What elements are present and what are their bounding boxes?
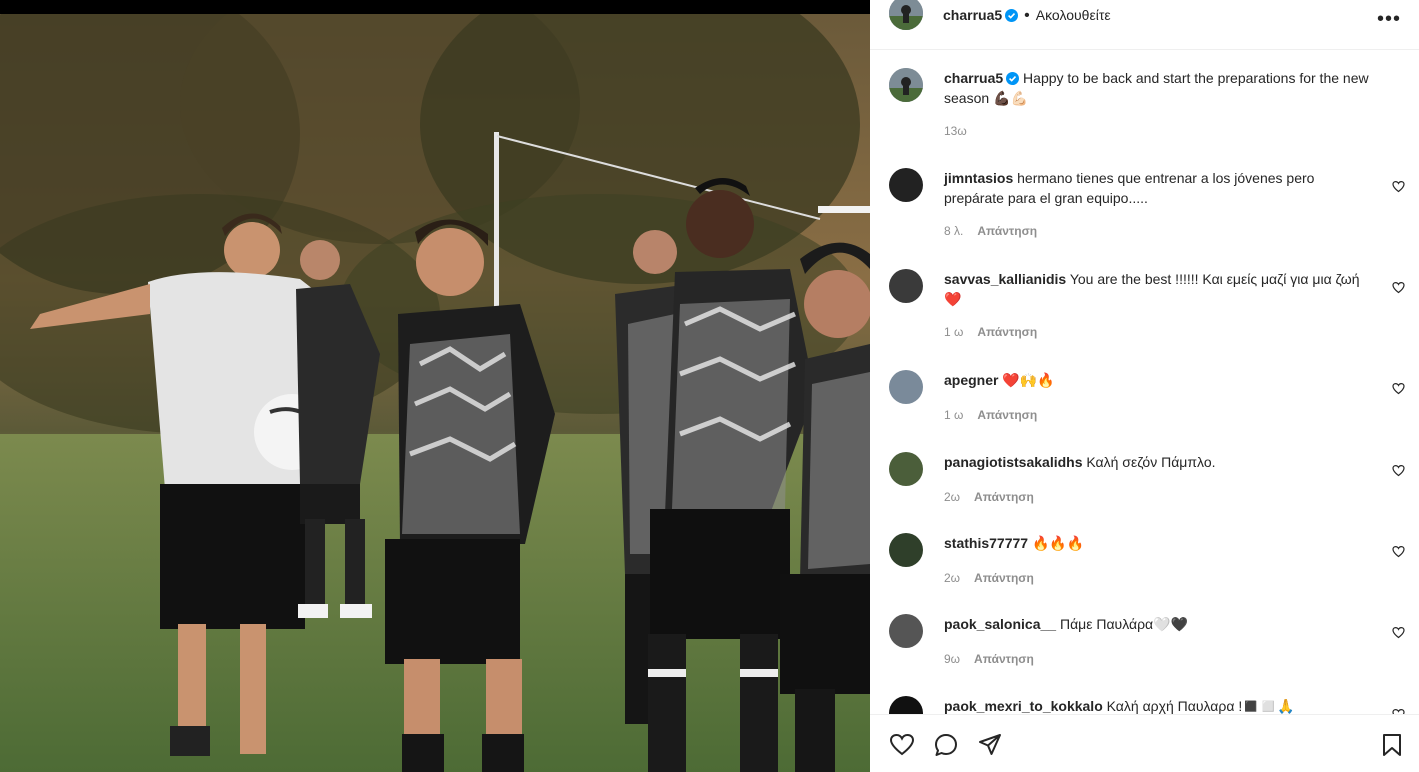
comment-like-heart-icon[interactable] [1392, 626, 1405, 639]
reply-button[interactable]: Απάντηση [974, 652, 1034, 666]
commenter-avatar[interactable] [889, 168, 923, 202]
share-icon[interactable] [977, 732, 1003, 758]
bookmark-icon[interactable] [1379, 732, 1405, 758]
comments-scroll[interactable]: charrua5 Happy to be back and start the … [870, 50, 1419, 714]
comment-like-heart-icon[interactable] [1392, 545, 1405, 558]
verified-badge-icon [1006, 72, 1020, 85]
comment-timestamp: 8 λ. [944, 224, 964, 238]
comment-timestamp: 1 ω [944, 325, 964, 339]
commenter-avatar[interactable] [889, 614, 923, 648]
commenter-username[interactable]: savvas_kallianidis [944, 271, 1066, 287]
reply-button[interactable]: Απάντηση [977, 224, 1037, 238]
post-photo [0, 14, 870, 772]
training-photo-image [0, 14, 870, 772]
reply-button[interactable]: Απάντηση [977, 325, 1037, 339]
commenter-username[interactable]: jimntasios [944, 170, 1013, 186]
comment-meta: 1 ω Απάντηση [944, 408, 1037, 422]
comment-text: Καλή σεζόν Πάμπλο. [1086, 454, 1216, 470]
commenter-avatar[interactable] [889, 533, 923, 567]
more-options-icon[interactable]: ••• [1377, 8, 1401, 31]
comment-like-heart-icon[interactable] [1392, 281, 1405, 294]
comment-meta: 2ω Απάντηση [944, 490, 1034, 504]
commenter-avatar[interactable] [889, 370, 923, 404]
comment-text: Πάμε Παυλάρα🤍🖤 [1059, 616, 1189, 632]
commenter-username[interactable]: apegner [944, 372, 998, 388]
author-avatar-image [889, 0, 923, 30]
reply-button[interactable]: Απάντηση [977, 408, 1037, 422]
separator-dot: • [1024, 7, 1030, 24]
action-bar [870, 714, 1419, 772]
commenter-username[interactable]: stathis77777 [944, 535, 1028, 551]
comment-text: Καλή αρχή Παυλαρα !◼️◻️🙏 [1106, 698, 1295, 714]
commenter-username[interactable]: paok_mexri_to_kokkalo [944, 698, 1103, 714]
author-avatar[interactable] [889, 0, 923, 30]
verified-badge-icon [1005, 9, 1019, 22]
comment-meta: 8 λ. Απάντηση [944, 224, 1037, 238]
post-photo-area [0, 0, 870, 772]
caption-timestamp: 13ω [944, 124, 967, 138]
comment-like-heart-icon[interactable] [1392, 382, 1405, 395]
comment-text: 🔥🔥🔥 [1031, 535, 1085, 551]
author-username[interactable]: charrua5 [943, 7, 1002, 23]
caption-author-username[interactable]: charrua5 [944, 70, 1003, 86]
post-caption: charrua5 Happy to be back and start the … [870, 68, 1419, 148]
comment-timestamp: 1 ω [944, 408, 964, 422]
commenter-avatar[interactable] [889, 696, 923, 714]
comment-meta: 1 ω Απάντηση [944, 325, 1037, 339]
post-side-panel: charrua5 • Ακολουθείτε ••• charrua5 Happy … [870, 0, 1419, 772]
comment-timestamp: 2ω [944, 571, 961, 585]
comment-timestamp: 9ω [944, 652, 961, 666]
comment-icon[interactable] [933, 732, 959, 758]
caption-avatar-image [889, 68, 923, 102]
heart-icon[interactable] [889, 732, 915, 758]
comment-timestamp: 2ω [944, 490, 961, 504]
comment-like-heart-icon[interactable] [1392, 180, 1405, 193]
comment-like-heart-icon[interactable] [1392, 464, 1405, 477]
commenter-avatar[interactable] [889, 452, 923, 486]
comment-meta: 9ω Απάντηση [944, 652, 1034, 666]
follow-button[interactable]: Ακολουθείτε [1036, 7, 1111, 23]
post-header: charrua5 • Ακολουθείτε ••• [870, 0, 1419, 50]
caption-author-avatar[interactable] [889, 68, 923, 102]
commenter-username[interactable]: panagiotistsakalidhs [944, 454, 1082, 470]
comment-text: ❤️🙌🔥 [1002, 372, 1055, 388]
reply-button[interactable]: Απάντηση [974, 571, 1034, 585]
reply-button[interactable]: Απάντηση [974, 490, 1034, 504]
commenter-username[interactable]: paok_salonica__ [944, 616, 1056, 632]
comment-meta: 2ω Απάντηση [944, 571, 1034, 585]
commenter-avatar[interactable] [889, 269, 923, 303]
